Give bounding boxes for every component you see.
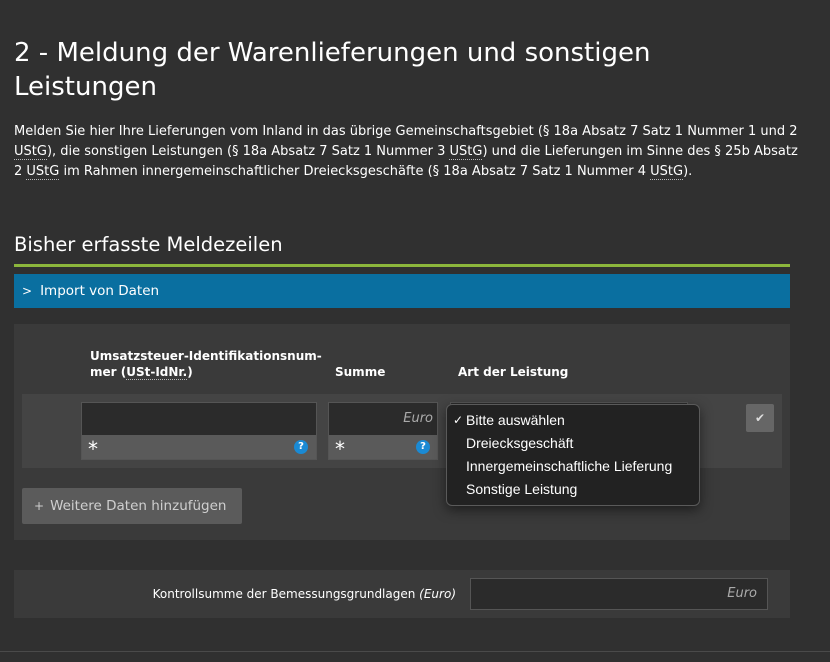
kontrollsumme-label: Kontrollsumme der Bemessungsgrundlagen (…: [153, 586, 456, 602]
kontrollsumme-label-text: Kontrollsumme der Bemessungsgrundlagen: [152, 587, 420, 601]
abbr-ustg: UStG: [14, 144, 47, 160]
dropdown-option-label: Bitte auswählen: [466, 412, 565, 428]
page-title: 2 - Meldung der Warenlieferungen und son…: [14, 38, 651, 102]
column-header-ustid-line1: Umsatzsteuer-Identifikationsnum-: [90, 349, 322, 363]
intro-text-part: Melden Sie hier Ihre Lieferungen vom Inl…: [14, 124, 798, 139]
dropdown-option-innergemeinschaftliche-lieferung[interactable]: Innergemeinschaftliche Lieferung: [447, 455, 699, 478]
kontrollsumme-panel: Kontrollsumme der Bemessungsgrundlagen (…: [14, 570, 790, 618]
section-heading: Bisher erfasste Meldezeilen: [14, 233, 283, 256]
import-data-label: Import von Daten: [40, 283, 160, 299]
dropdown-option-label: Sonstige Leistung: [466, 481, 578, 497]
plus-icon: +: [34, 499, 45, 513]
help-icon[interactable]: ?: [294, 440, 308, 454]
check-icon: ✔: [754, 411, 766, 425]
ustid-input[interactable]: * ?: [81, 402, 317, 461]
abbr-ustg: UStG: [26, 164, 60, 180]
intro-text-part: ).: [683, 164, 693, 179]
art-der-leistung-dropdown[interactable]: ✓ Bitte auswählen Dreiecksgeschäft Inner…: [446, 404, 700, 506]
column-header-ustid-line2: mer (: [90, 365, 127, 379]
add-more-data-label: Weitere Daten hinzufügen: [50, 498, 227, 514]
field-footer: * ?: [82, 435, 316, 461]
abbr-ustid: USt-IdNr.: [126, 365, 188, 380]
column-header-ustid: Umsatzsteuer-Identifikationsnum- mer (US…: [90, 348, 322, 380]
field-footer: * ?: [329, 435, 437, 461]
column-header-art: Art der Leistung: [458, 365, 569, 379]
section-divider: [14, 264, 790, 267]
footer-divider: [0, 651, 830, 652]
required-star-icon: *: [88, 437, 98, 461]
confirm-row-button[interactable]: ✔: [746, 404, 774, 432]
summe-input[interactable]: Euro * ?: [328, 402, 438, 461]
intro-text-part: im Rahmen innergemeinschaftlicher Dreiec…: [59, 164, 651, 179]
kontrollsumme-input[interactable]: Euro: [470, 578, 768, 610]
help-icon[interactable]: ?: [416, 440, 430, 454]
dropdown-option-dreiecksgeschaeft[interactable]: Dreiecksgeschäft: [447, 432, 699, 455]
dropdown-option-bitte-auswaehlen[interactable]: ✓ Bitte auswählen: [447, 409, 699, 432]
kontrollsumme-placeholder: Euro: [727, 586, 757, 601]
checkmark-icon: ✓: [453, 413, 464, 427]
add-more-data-button[interactable]: + Weitere Daten hinzufügen: [22, 488, 242, 524]
abbr-ustg: UStG: [449, 144, 483, 160]
column-header-ustid-line2: ): [187, 365, 193, 379]
import-data-toggle[interactable]: > Import von Daten: [14, 274, 790, 308]
column-header-summe: Summe: [335, 365, 386, 379]
required-star-icon: *: [335, 437, 345, 461]
intro-text-part: ), die sonstigen Leistungen (§ 18a Absat…: [46, 144, 450, 159]
kontrollsumme-unit: (Euro): [419, 587, 456, 601]
dropdown-option-sonstige-leistung[interactable]: Sonstige Leistung: [447, 478, 699, 501]
intro-text: Melden Sie hier Ihre Lieferungen vom Inl…: [14, 122, 804, 182]
dropdown-option-label: Innergemeinschaftliche Lieferung: [466, 458, 673, 474]
abbr-ustg: UStG: [650, 164, 684, 180]
summe-placeholder: Euro: [403, 411, 433, 426]
chevron-right-icon: >: [22, 284, 33, 298]
dropdown-option-label: Dreiecksgeschäft: [466, 435, 574, 451]
